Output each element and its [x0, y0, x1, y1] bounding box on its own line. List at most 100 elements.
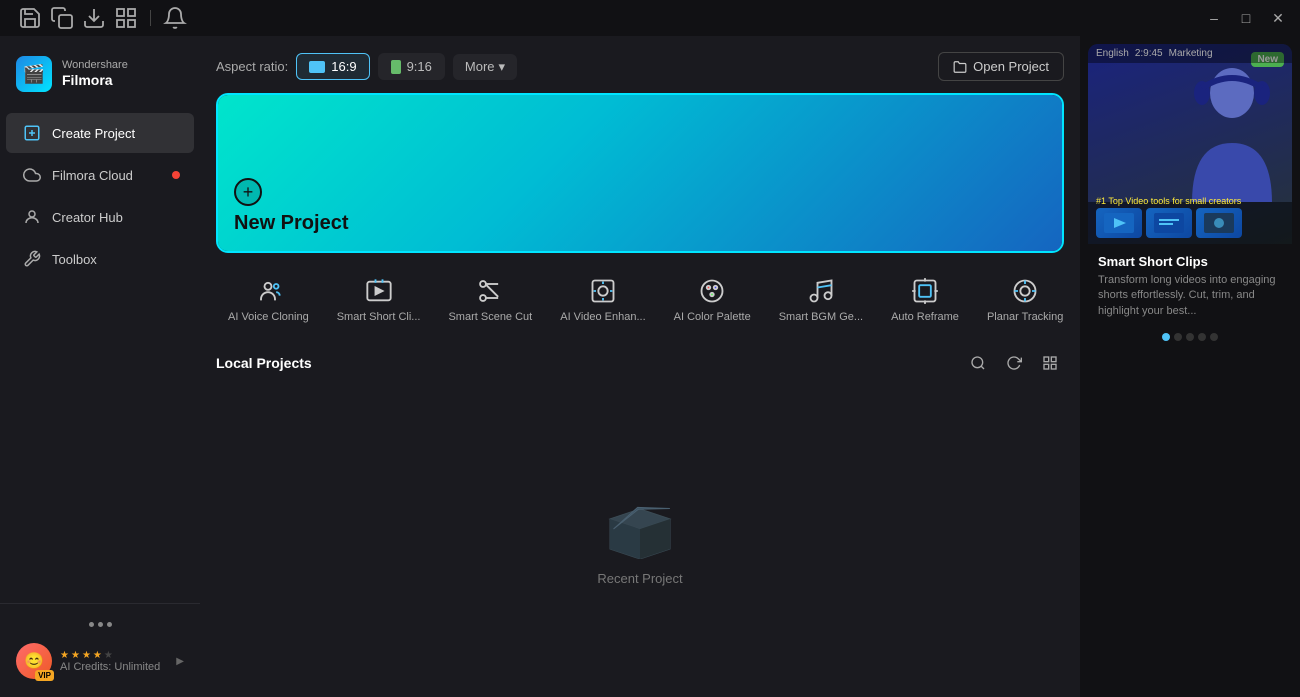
tool-smart-scene-cut[interactable]: Smart Scene Cut: [436, 265, 544, 333]
close-button[interactable]: ✕: [1264, 4, 1292, 32]
landscape-icon: [309, 61, 325, 73]
user-stars: ★ ★ ★ ★ ★: [60, 650, 168, 661]
aspect-9-16-label: 9:16: [407, 59, 432, 74]
grid-icon[interactable]: [112, 4, 140, 32]
smart-bgm-gen-icon: [805, 275, 837, 307]
new-project-label: New Project: [234, 212, 348, 235]
main-content: Aspect ratio: 16:9 9:16 More ▾ Open Proj…: [200, 36, 1080, 697]
sidebar-bottom: 😊 VIP ★ ★ ★ ★ ★ AI Credits: Unlimited ▶: [0, 603, 200, 697]
aspect-16-9-button[interactable]: 16:9: [296, 53, 369, 80]
promo-dot-5[interactable]: [1210, 333, 1218, 341]
promo-desc: Transform long videos into engaging shor…: [1098, 273, 1282, 319]
bell-icon[interactable]: [161, 4, 189, 32]
aspect-16-9-label: 16:9: [331, 59, 356, 74]
tool-smart-bgm-gen[interactable]: Smart BGM Ge...: [767, 265, 875, 333]
promo-thumbnails: [1088, 202, 1292, 244]
auto-reframe-icon: [909, 275, 941, 307]
promo-title: Smart Short Clips: [1098, 254, 1282, 269]
empty-label: Recent Project: [597, 571, 682, 586]
open-project-button[interactable]: Open Project: [938, 52, 1064, 81]
filmora-cloud-icon: [22, 165, 42, 185]
star-1: ★: [60, 650, 69, 661]
star-3: ★: [82, 650, 91, 661]
creator-hub-icon: [22, 207, 42, 227]
tool-planar-tracking[interactable]: Planar Tracking: [975, 265, 1064, 333]
empty-state: Recent Project: [216, 393, 1064, 681]
promo-thumb-3: [1196, 208, 1242, 238]
ai-credits: AI Credits: Unlimited: [60, 661, 168, 673]
tool-smart-short-clips[interactable]: Smart Short Cli...: [325, 265, 433, 333]
toolbox-icon: [22, 249, 42, 269]
more-aspect-button[interactable]: More ▾: [453, 54, 517, 80]
copy-icon[interactable]: [48, 4, 76, 32]
tools-row: AI Voice Cloning Smart Short Cli...: [216, 265, 1064, 333]
chevron-down-icon: ▾: [499, 59, 506, 75]
star-4: ★: [93, 650, 102, 661]
title-bar: – □ ✕: [0, 0, 1300, 36]
filmora-cloud-label: Filmora Cloud: [52, 168, 133, 183]
sidebar-item-toolbox[interactable]: Toolbox: [6, 239, 194, 279]
refresh-button[interactable]: [1000, 349, 1028, 377]
aspect-ratio-label: Aspect ratio:: [216, 59, 288, 74]
promo-dot-2[interactable]: [1174, 333, 1182, 341]
tool-ai-video-enhance[interactable]: AI Video Enhan...: [548, 265, 657, 333]
promo-dot-4[interactable]: [1198, 333, 1206, 341]
promo-bar: English 2:9:45 Marketing: [1088, 44, 1292, 63]
lp-actions: [964, 349, 1064, 377]
promo-bar-item-2: 2:9:45: [1135, 48, 1163, 59]
promo-info: Smart Short Clips Transform long videos …: [1088, 244, 1292, 325]
user-area[interactable]: 😊 VIP ★ ★ ★ ★ ★ AI Credits: Unlimited ▶: [8, 635, 192, 687]
new-project-plus-icon: +: [234, 178, 262, 206]
promo-dot-1[interactable]: [1162, 333, 1170, 341]
title-bar-icons: [8, 4, 189, 32]
search-button[interactable]: [964, 349, 992, 377]
expand-icon: ▶: [176, 656, 184, 667]
app-logo: 🎬: [16, 56, 52, 92]
promo-card[interactable]: New English 2:9:45 Marketing: [1088, 44, 1292, 349]
promo-rank: #1 Top Video tools for small creators: [1096, 196, 1241, 206]
aspect-9-16-button[interactable]: 9:16: [378, 53, 445, 80]
more-label: More: [465, 59, 495, 74]
titlebar-divider: [150, 10, 151, 26]
promo-dots: [1088, 325, 1292, 349]
promo-thumb-2: [1146, 208, 1192, 238]
avatar: 😊 VIP: [16, 643, 52, 679]
minimize-button[interactable]: –: [1200, 4, 1228, 32]
sidebar-item-create-project[interactable]: Create Project: [6, 113, 194, 153]
star-2: ★: [71, 650, 80, 661]
right-panel: New English 2:9:45 Marketing: [1080, 36, 1300, 697]
ai-video-enhance-label: AI Video Enhan...: [560, 311, 645, 323]
toolbox-label: Toolbox: [52, 252, 97, 267]
promo-bar-item-1: English: [1096, 48, 1129, 59]
planar-tracking-label: Planar Tracking: [987, 311, 1063, 323]
person-silhouette: [1182, 63, 1282, 202]
tool-ai-voice-cloning[interactable]: AI Voice Cloning: [216, 265, 321, 333]
smart-bgm-gen-label: Smart BGM Ge...: [779, 311, 863, 323]
logo-area: 🎬 Wondershare Filmora: [0, 44, 200, 112]
planar-tracking-icon: [1009, 275, 1041, 307]
sidebar: 🎬 Wondershare Filmora Create Project Fil…: [0, 36, 200, 697]
local-projects-header: Local Projects: [216, 349, 1064, 377]
ai-voice-cloning-icon: [252, 275, 284, 307]
empty-box-illustration: [600, 489, 680, 559]
tool-ai-color-palette[interactable]: AI Color Palette: [662, 265, 763, 333]
download-icon[interactable]: [80, 4, 108, 32]
new-project-card[interactable]: + New Project: [216, 93, 1064, 253]
ai-voice-cloning-label: AI Voice Cloning: [228, 311, 309, 323]
save-icon[interactable]: [16, 4, 44, 32]
promo-thumb-1: [1096, 208, 1142, 238]
grid-view-button[interactable]: [1036, 349, 1064, 377]
open-project-label: Open Project: [973, 59, 1049, 74]
maximize-button[interactable]: □: [1232, 4, 1260, 32]
sidebar-item-creator-hub[interactable]: Creator Hub: [6, 197, 194, 237]
more-options-button[interactable]: [8, 614, 192, 635]
smart-short-clips-icon: [363, 275, 395, 307]
new-project-gradient: + New Project: [218, 95, 1062, 251]
creator-hub-label: Creator Hub: [52, 210, 123, 225]
smart-short-clips-label: Smart Short Cli...: [337, 311, 421, 323]
promo-dot-3[interactable]: [1186, 333, 1194, 341]
tool-auto-reframe[interactable]: Auto Reframe: [879, 265, 971, 333]
sidebar-item-filmora-cloud[interactable]: Filmora Cloud: [6, 155, 194, 195]
promo-image: New English 2:9:45 Marketing: [1088, 44, 1292, 244]
star-5: ★: [104, 650, 113, 661]
